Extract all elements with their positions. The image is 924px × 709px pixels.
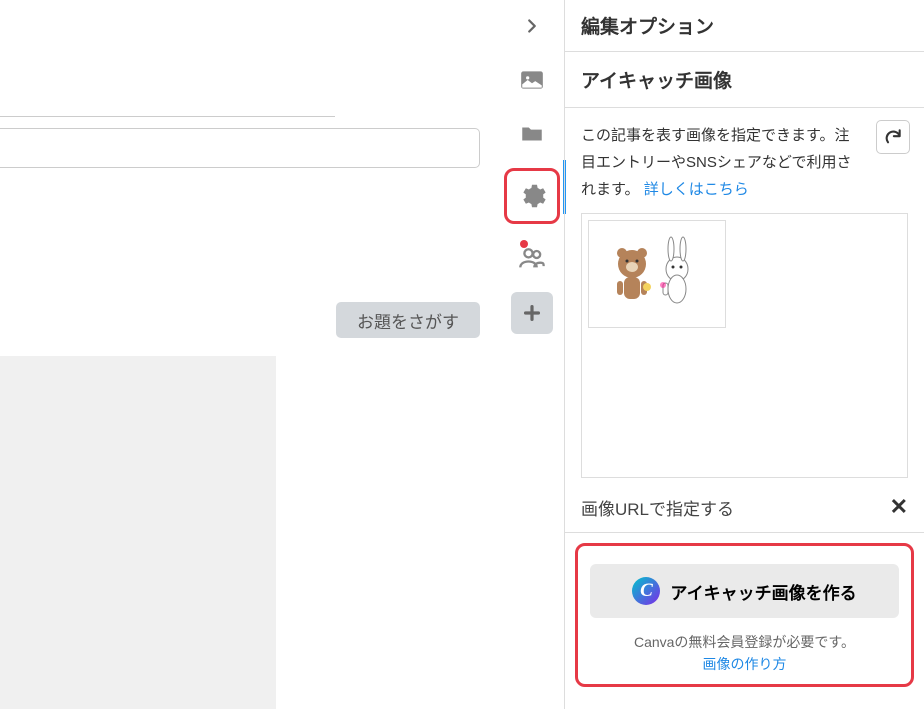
editor-main-area: お題をさがす [0, 0, 500, 709]
eyecatch-section-title: アイキャッチ画像 [565, 52, 924, 108]
image-url-label: 画像URLで指定する [581, 495, 734, 520]
image-thumbnail[interactable] [588, 220, 726, 328]
gear-icon [517, 181, 547, 211]
notification-dot [520, 240, 528, 248]
panel-icon-sidebar [500, 0, 564, 709]
search-topic-button[interactable]: お題をさがす [336, 302, 480, 338]
chevron-right-icon [521, 15, 543, 37]
edit-options-panel: 編集オプション アイキャッチ画像 この記事を表す画像を指定できます。注目エントリ… [564, 0, 924, 709]
image-selection-area[interactable] [581, 213, 908, 478]
plus-icon [521, 302, 543, 324]
eyecatch-details-link[interactable]: 詳しくはこちら [644, 181, 749, 198]
image-url-section[interactable]: 画像URLで指定する ✕ [565, 482, 924, 533]
bear-rabbit-illustration [597, 229, 717, 319]
divider [0, 116, 335, 117]
refresh-icon [883, 127, 903, 147]
panel-title: 編集オプション [565, 0, 924, 52]
eyecatch-description-area: この記事を表す画像を指定できます。注目エントリーやSNSシェアなどで利用されます… [565, 108, 924, 213]
canva-note: Canvaの無料会員登録が必要です。 [590, 632, 899, 652]
editor-content-placeholder[interactable] [0, 356, 276, 709]
canva-section: C アイキャッチ画像を作る Canvaの無料会員登録が必要です。 画像の作り方 [575, 543, 914, 687]
close-icon[interactable]: ✕ [890, 494, 908, 520]
people-tab-button[interactable] [512, 238, 552, 278]
canva-logo-icon: C [632, 577, 660, 605]
canva-button-label: アイキャッチ画像を作る [670, 579, 856, 604]
image-icon [519, 67, 545, 93]
create-eyecatch-canva-button[interactable]: C アイキャッチ画像を作る [590, 564, 899, 618]
eyecatch-description: この記事を表す画像を指定できます。注目エントリーやSNSシェアなどで利用されます… [581, 122, 861, 203]
collapse-panel-button[interactable] [512, 6, 552, 46]
canva-howto-link[interactable]: 画像の作り方 [703, 654, 787, 674]
folder-tab-button[interactable] [512, 114, 552, 154]
refresh-button[interactable] [876, 120, 910, 154]
add-button[interactable] [511, 292, 553, 334]
settings-tab-button[interactable] [504, 168, 560, 224]
folder-icon [519, 121, 545, 147]
people-icon [518, 244, 546, 272]
title-input[interactable] [0, 128, 480, 168]
image-tab-button[interactable] [512, 60, 552, 100]
